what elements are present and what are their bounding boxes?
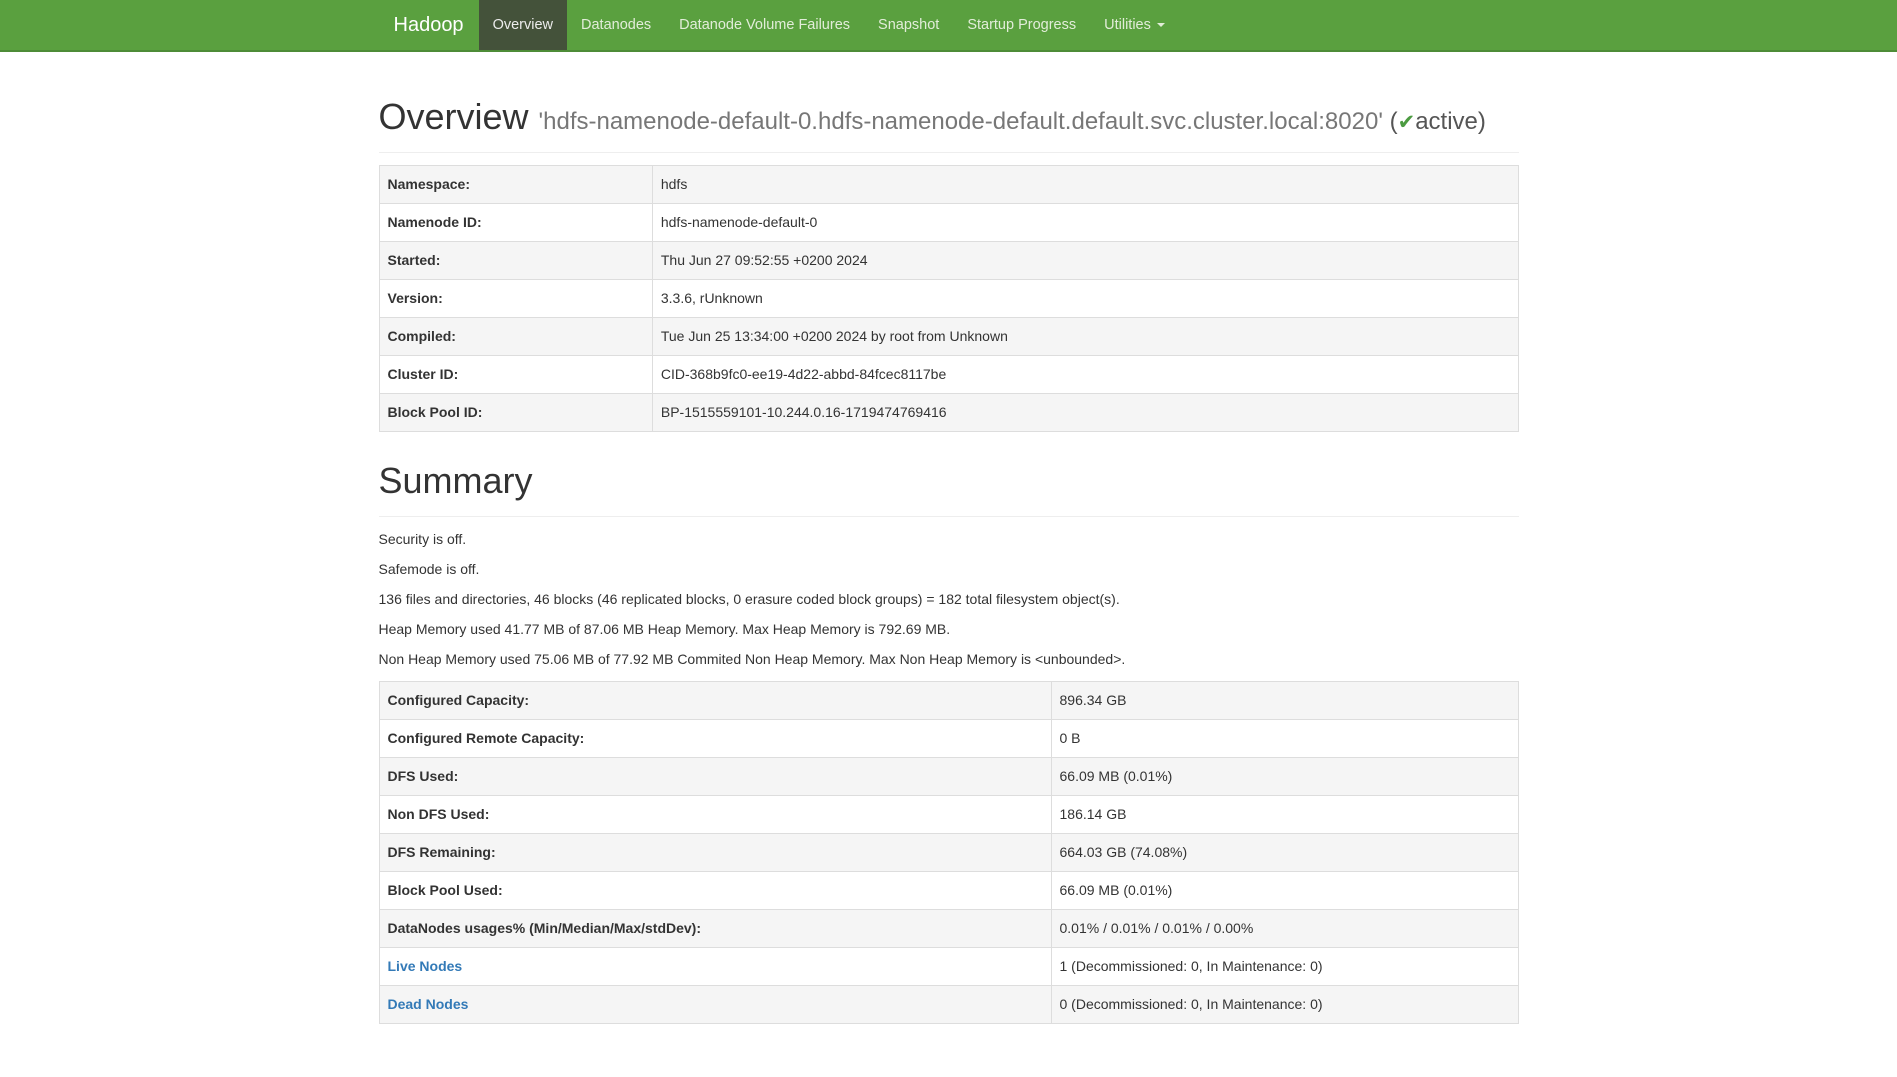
row-value-dfs-used: 66.09 MB (0.01%) <box>1051 758 1518 796</box>
table-row-block-pool-used: Block Pool Used:66.09 MB (0.01%) <box>379 872 1518 910</box>
row-value-dfs-remaining: 664.03 GB (74.08%) <box>1051 834 1518 872</box>
table-row-non-dfs-used: Non DFS Used:186.14 GB <box>379 796 1518 834</box>
page-title-text: Overview <box>379 96 529 137</box>
nav-item-label: Utilities <box>1104 15 1151 35</box>
check-icon: ✔ <box>1398 111 1416 134</box>
row-value-compiled: Tue Jun 25 13:34:00 +0200 2024 by root f… <box>652 318 1518 356</box>
summary-paragraph: 136 files and directories, 46 blocks (46… <box>379 589 1519 609</box>
namenode-info-table: Namespace:hdfsNamenode ID:hdfs-namenode-… <box>379 165 1519 432</box>
namenode-state: (✔active) <box>1390 108 1486 135</box>
row-value-namenode-id: hdfs-namenode-default-0 <box>652 204 1518 242</box>
summary-divider <box>379 516 1519 517</box>
navbar-brand: Hadoop <box>379 0 479 50</box>
summary-paragraph: Non Heap Memory used 75.06 MB of 77.92 M… <box>379 649 1519 669</box>
nav-item-datanode-volume-failures[interactable]: Datanode Volume Failures <box>665 0 864 50</box>
row-value-block-pool-used: 66.09 MB (0.01%) <box>1051 872 1518 910</box>
table-row-dead-nodes: Dead Nodes 0 (Decommissioned: 0, In Maint… <box>379 986 1518 1024</box>
row-value-live-nodes: 1 (Decommissioned: 0, In Maintenance: 0) <box>1051 948 1518 986</box>
row-value-cluster-id: CID-368b9fc0-ee19-4d22-abbd-84fcec8117be <box>652 356 1518 394</box>
nav-item-label: Datanodes <box>581 15 651 35</box>
row-label-dead-nodes: Dead Nodes <box>379 986 1051 1024</box>
table-row-version: Version:3.3.6, rUnknown <box>379 280 1518 318</box>
state-open-paren: ( <box>1390 108 1398 135</box>
summary-paragraph: Heap Memory used 41.77 MB of 87.06 MB He… <box>379 619 1519 639</box>
table-row-live-nodes: Live Nodes 1 (Decommissioned: 0, In Maint… <box>379 948 1518 986</box>
nav-item-label: Overview <box>493 15 553 35</box>
row-value-datanodes-usages-min-median-max-stddev: 0.01% / 0.01% / 0.01% / 0.00% <box>1051 910 1518 948</box>
table-row-dfs-used: DFS Used:66.09 MB (0.01%) <box>379 758 1518 796</box>
table-row-cluster-id: Cluster ID:CID-368b9fc0-ee19-4d22-abbd-8… <box>379 356 1518 394</box>
nav-item-snapshot[interactable]: Snapshot <box>864 0 953 50</box>
table-row-dfs-remaining: DFS Remaining:664.03 GB (74.08%) <box>379 834 1518 872</box>
summary-paragraph: Safemode is off. <box>379 559 1519 579</box>
dead-nodes-link[interactable]: Dead Nodes <box>388 996 469 1012</box>
row-label-cluster-id: Cluster ID: <box>379 356 652 394</box>
row-label-configured-remote-capacity: Configured Remote Capacity: <box>379 720 1051 758</box>
page-title: Overview 'hdfs-namenode-default-0.hdfs-n… <box>379 96 1519 138</box>
summary-paragraphs: Security is off. Safemode is off. 136 file… <box>379 529 1519 669</box>
row-label-block-pool-used: Block Pool Used: <box>379 872 1051 910</box>
row-label-live-nodes: Live Nodes <box>379 948 1051 986</box>
row-label-datanodes-usages-min-median-max-stddev: DataNodes usages% (Min/Median/Max/stdDev… <box>379 910 1051 948</box>
nav-item-utilities[interactable]: Utilities <box>1090 0 1179 50</box>
navbar: Hadoop Overview Datanodes Datanode Volume … <box>0 0 1897 52</box>
nav-item-label: Startup Progress <box>967 15 1076 35</box>
row-value-configured-capacity: 896.34 GB <box>1051 682 1518 720</box>
row-value-configured-remote-capacity: 0 B <box>1051 720 1518 758</box>
live-nodes-link[interactable]: Live Nodes <box>388 958 463 974</box>
nav-item-datanodes[interactable]: Datanodes <box>567 0 665 50</box>
row-label-block-pool-id: Block Pool ID: <box>379 394 652 432</box>
row-label-started: Started: <box>379 242 652 280</box>
table-row-datanodes-usages-min-median-max-stddev: DataNodes usages% (Min/Median/Max/stdDev… <box>379 910 1518 948</box>
row-label-dfs-remaining: DFS Remaining: <box>379 834 1051 872</box>
summary-table: Configured Capacity:896.34 GBConfigured … <box>379 681 1519 1024</box>
summary-table-body: Configured Capacity:896.34 GBConfigured … <box>379 682 1518 1024</box>
namenode-info-table-body: Namespace:hdfsNamenode ID:hdfs-namenode-… <box>379 166 1518 432</box>
nav-item-label: Snapshot <box>878 15 939 35</box>
main-content: Overview 'hdfs-namenode-default-0.hdfs-n… <box>364 96 1534 1024</box>
row-label-namespace: Namespace: <box>379 166 652 204</box>
namenode-host: 'hdfs-namenode-default-0.hdfs-namenode-d… <box>539 108 1486 135</box>
row-label-namenode-id: Namenode ID: <box>379 204 652 242</box>
table-row-configured-remote-capacity: Configured Remote Capacity:0 B <box>379 720 1518 758</box>
row-label-version: Version: <box>379 280 652 318</box>
table-row-block-pool-id: Block Pool ID:BP-1515559101-10.244.0.16-… <box>379 394 1518 432</box>
row-label-compiled: Compiled: <box>379 318 652 356</box>
row-label-dfs-used: DFS Used: <box>379 758 1051 796</box>
caret-down-icon <box>1157 23 1165 27</box>
header-divider <box>379 152 1519 153</box>
nav-item-overview[interactable]: Overview <box>479 0 567 50</box>
table-row-started: Started:Thu Jun 27 09:52:55 +0200 2024 <box>379 242 1518 280</box>
table-row-compiled: Compiled:Tue Jun 25 13:34:00 +0200 2024 … <box>379 318 1518 356</box>
table-row-namespace: Namespace:hdfs <box>379 166 1518 204</box>
row-value-non-dfs-used: 186.14 GB <box>1051 796 1518 834</box>
state-close-paren: ) <box>1478 108 1486 135</box>
nav-item-startup-progress[interactable]: Startup Progress <box>953 0 1090 50</box>
summary-heading: Summary <box>379 460 1519 502</box>
row-label-non-dfs-used: Non DFS Used: <box>379 796 1051 834</box>
row-value-started: Thu Jun 27 09:52:55 +0200 2024 <box>652 242 1518 280</box>
table-row-configured-capacity: Configured Capacity:896.34 GB <box>379 682 1518 720</box>
state-text: active <box>1415 108 1478 135</box>
namenode-host-text: 'hdfs-namenode-default-0.hdfs-namenode-d… <box>539 108 1383 135</box>
nav-item-label: Datanode Volume Failures <box>679 15 850 35</box>
row-value-namespace: hdfs <box>652 166 1518 204</box>
row-label-configured-capacity: Configured Capacity: <box>379 682 1051 720</box>
row-value-dead-nodes: 0 (Decommissioned: 0, In Maintenance: 0) <box>1051 986 1518 1024</box>
row-value-block-pool-id: BP-1515559101-10.244.0.16-1719474769416 <box>652 394 1518 432</box>
navbar-menu: Overview Datanodes Datanode Volume Failure… <box>479 0 1179 50</box>
summary-paragraph: Security is off. <box>379 529 1519 549</box>
table-row-namenode-id: Namenode ID:hdfs-namenode-default-0 <box>379 204 1518 242</box>
row-value-version: 3.3.6, rUnknown <box>652 280 1518 318</box>
